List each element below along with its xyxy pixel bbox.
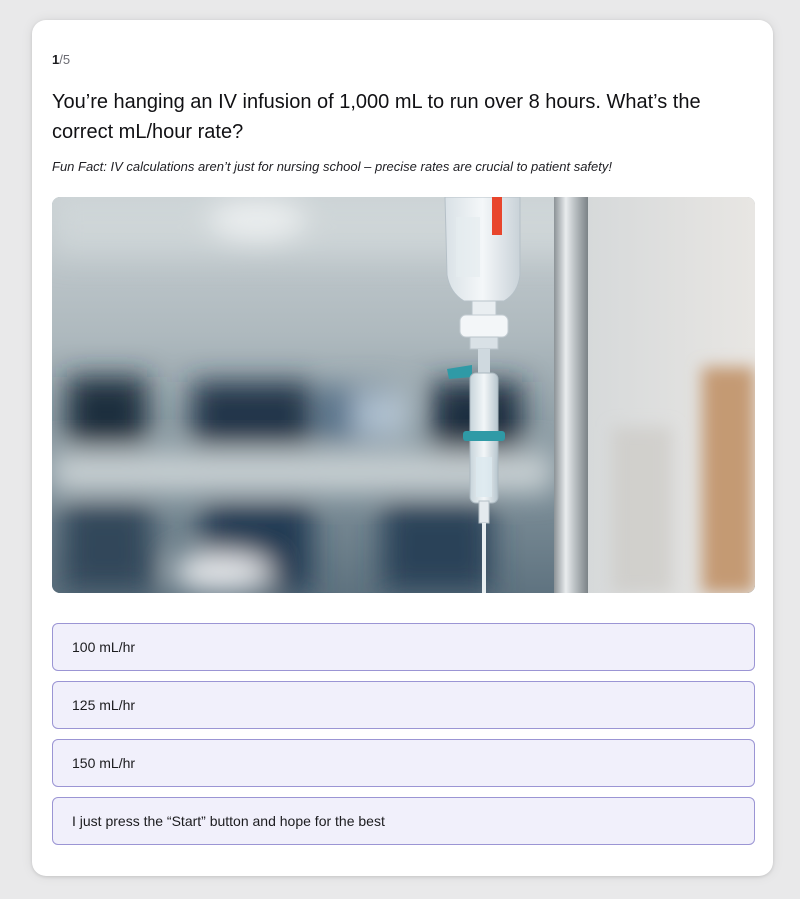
answer-options: 100 mL/hr 125 mL/hr 150 mL/hr I just pre…	[52, 623, 755, 855]
answer-option-start-button[interactable]: I just press the “Start” button and hope…	[52, 797, 755, 845]
question-progress: 1/5	[52, 52, 70, 67]
iv-drip-photo	[52, 197, 755, 593]
progress-total: /5	[59, 52, 71, 67]
answer-option-125[interactable]: 125 mL/hr	[52, 681, 755, 729]
fun-fact-text: Fun Fact: IV calculations aren’t just fo…	[52, 159, 612, 174]
answer-option-150[interactable]: 150 mL/hr	[52, 739, 755, 787]
question-text: You’re hanging an IV infusion of 1,000 m…	[52, 91, 701, 143]
quiz-card: 1/5 You’re hanging an IV infusion of 1,0…	[32, 20, 773, 876]
answer-option-100[interactable]: 100 mL/hr	[52, 623, 755, 671]
